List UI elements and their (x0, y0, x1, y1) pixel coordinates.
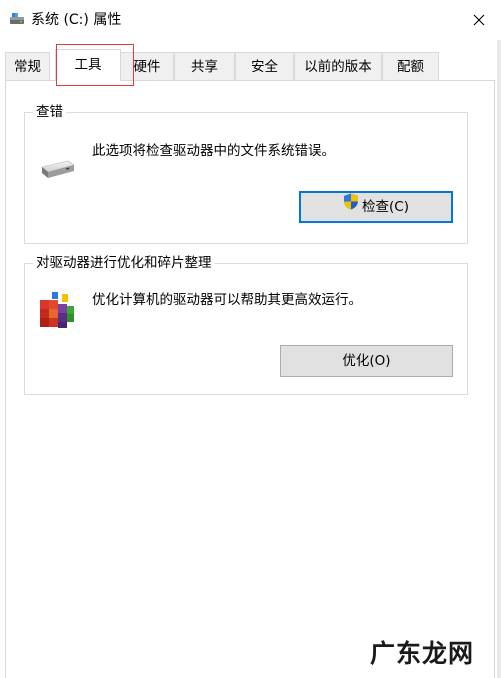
tab-general[interactable]: 常规 (5, 52, 50, 80)
tab-previous-versions[interactable]: 以前的版本 (294, 52, 382, 80)
window-border (497, 40, 501, 678)
optimize-button-label: 优化(O) (342, 353, 391, 369)
check-button-label: 检查(C) (362, 199, 409, 215)
optimize-legend: 对驱动器进行优化和碎片整理 (33, 254, 215, 272)
tab-sharing[interactable]: 共享 (174, 52, 235, 80)
title-bar: 系统 (C:) 属性 (0, 0, 501, 40)
drive-icon (9, 12, 25, 26)
watermark: 广东龙网 (370, 639, 475, 668)
close-button[interactable] (462, 6, 496, 34)
check-button[interactable]: 检查(C) (299, 191, 453, 223)
defrag-icon (38, 292, 76, 336)
tab-strip: 常规 工具 硬件 共享 安全 以前的版本 配额 (0, 49, 501, 81)
error-check-description: 此选项将检查驱动器中的文件系统错误。 (92, 143, 335, 159)
uac-shield-icon (343, 192, 359, 220)
close-icon (473, 14, 485, 26)
tab-hardware[interactable]: 硬件 (120, 52, 174, 80)
drive-icon (38, 157, 76, 187)
optimize-description: 优化计算机的驱动器可以帮助其更高效运行。 (92, 292, 362, 308)
window-title: 系统 (C:) 属性 (31, 12, 122, 28)
tab-quota[interactable]: 配额 (382, 52, 439, 80)
error-check-legend: 查错 (33, 103, 66, 121)
optimize-group: 对驱动器进行优化和碎片整理 优化计算机的驱动器可以帮助其更高效运行。 优化(O) (24, 254, 468, 395)
optimize-button[interactable]: 优化(O) (280, 345, 453, 377)
error-check-group: 查错 此选项将检查驱动器中的文件系统错误。 检查(C) (24, 103, 468, 244)
tab-tools[interactable]: 工具 (55, 49, 121, 81)
tab-security[interactable]: 安全 (235, 52, 294, 80)
